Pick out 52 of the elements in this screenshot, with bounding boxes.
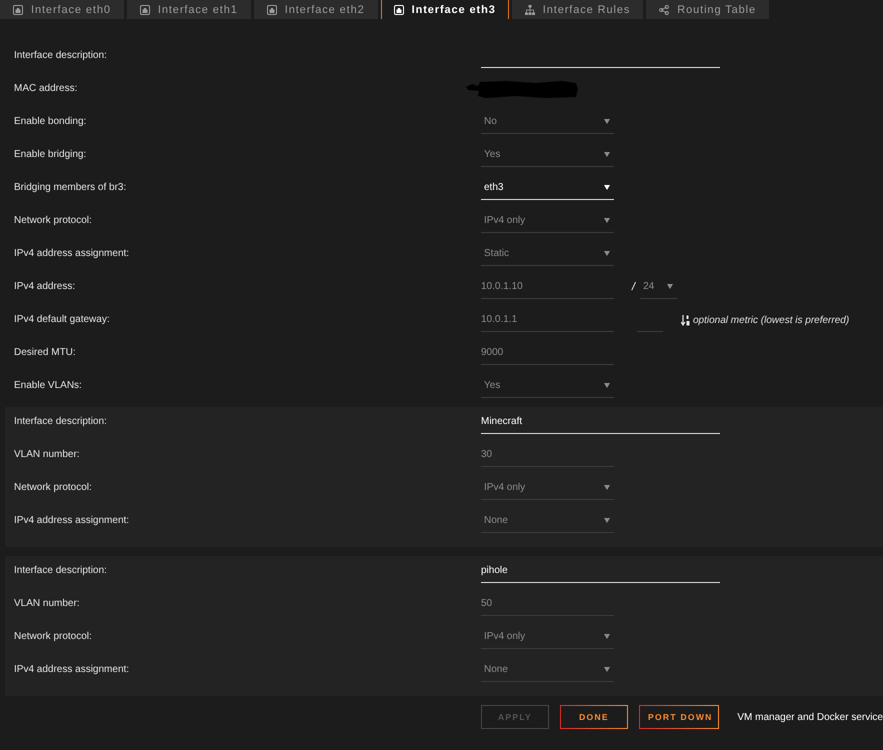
status-note: VM manager and Docker service [737,712,883,722]
share-icon [659,4,670,14]
network-port-icon [394,4,404,14]
tab[interactable]: Interface eth2 [254,0,378,19]
select-field[interactable]: eth3 [481,176,614,200]
caret-icon [604,152,610,157]
caret-icon [604,667,610,672]
action-button[interactable]: PORT DOWN [639,705,720,729]
field-label: Network protocol: [14,481,92,495]
metric-hint: optional metric (lowest is preferred) [693,314,850,326]
field-label: Enable bridging: [14,148,86,162]
text-input[interactable]: Minecraft [481,410,720,434]
prefix-separator: / [632,281,636,293]
field-label: IPv4 address: [14,280,76,294]
caret-icon [604,518,610,523]
caret-icon [667,284,674,289]
caret-icon [604,218,610,223]
tab[interactable]: Interface Rules [512,0,644,19]
caret-icon [604,185,610,190]
caret-icon [604,485,610,490]
field-label: Network protocol: [14,630,92,644]
field-label: IPv4 default gateway: [14,313,110,327]
field-label: Interface description: [14,564,107,578]
sitemap-icon [524,4,535,14]
caret-icon [604,634,610,639]
field-label: IPv4 address assignment: [14,663,130,677]
caret-icon [604,383,610,388]
field-label: Bridging members of br3: [14,181,126,195]
field-label: Network protocol: [14,214,92,228]
field-label: MAC address: [14,82,78,96]
field-label: VLAN number: [14,448,80,462]
caret-icon [604,119,610,124]
tab[interactable]: Interface eth0 [0,0,124,19]
field-label: Interface description: [14,49,107,63]
tab[interactable]: Interface eth1 [126,0,251,19]
field-label: Desired MTU: [14,346,76,360]
field-label: IPv4 address assignment: [14,514,130,528]
field-label: VLAN number: [14,597,80,611]
tab[interactable]: Interface eth3 [380,0,509,19]
text-input[interactable]: pihole [481,559,720,583]
field-label: Enable bonding: [14,115,86,129]
redaction-icon [466,80,578,98]
network-port-icon [13,4,23,14]
field-label: IPv4 address assignment: [14,247,130,261]
caret-icon [604,251,610,256]
tab[interactable]: Routing Table [646,0,770,19]
action-button[interactable]: DONE [560,705,628,729]
network-port-icon [140,4,150,14]
field-label: Enable VLANs: [14,379,82,393]
network-port-icon [266,4,277,14]
field-label: Interface description: [14,415,107,429]
sort-icon [681,314,690,326]
